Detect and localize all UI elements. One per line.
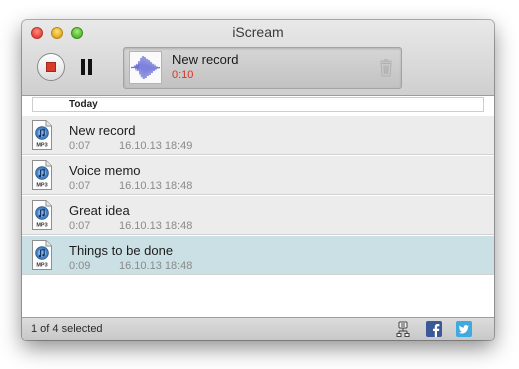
item-date: 16.10.13 18:48	[119, 220, 193, 232]
current-record-panel: New record 0:10	[123, 47, 402, 89]
item-title: New record	[69, 123, 136, 138]
twitter-icon[interactable]	[456, 321, 472, 337]
current-record-name: New record	[172, 52, 239, 67]
status-bar: 1 of 4 selected	[22, 317, 494, 340]
selection-status: 1 of 4 selected	[31, 323, 103, 335]
mp3-file-icon	[31, 120, 53, 150]
list-item[interactable]: Great idea 0:07 16.10.13 18:48	[22, 196, 494, 235]
list-item[interactable]: Voice memo 0:07 16.10.13 18:48	[22, 156, 494, 195]
stop-record-button[interactable]	[37, 53, 65, 81]
app-window: iScream New record 0:10 Today New record…	[22, 20, 494, 340]
waveform-icon	[129, 51, 162, 84]
list-item[interactable]: New record 0:07 16.10.13 18:49	[22, 116, 494, 155]
pause-button[interactable]	[80, 59, 94, 75]
item-duration: 0:07	[69, 180, 91, 192]
item-duration: 0:07	[69, 220, 91, 232]
share-icon[interactable]	[395, 321, 411, 337]
mp3-file-icon	[31, 160, 53, 190]
stop-record-icon	[46, 62, 56, 72]
item-duration: 0:07	[69, 140, 91, 152]
facebook-icon[interactable]	[426, 321, 442, 337]
item-title: Things to be done	[69, 243, 174, 258]
list-item-selected[interactable]: Things to be done 0:09 16.10.13 18:48	[22, 236, 494, 275]
mp3-file-icon	[31, 200, 53, 230]
item-date: 16.10.13 18:49	[119, 140, 193, 152]
section-header: Today	[32, 97, 484, 112]
current-record-time: 0:10	[172, 69, 194, 81]
item-date: 16.10.13 18:48	[119, 260, 193, 272]
section-label: Today	[69, 99, 98, 110]
recordings-list: Today New record 0:07 16.10.13 18:49 Voi…	[22, 96, 494, 317]
pause-icon	[81, 59, 85, 75]
window-title: iScream	[232, 24, 284, 40]
mp3-file-icon	[31, 240, 53, 270]
item-title: Voice memo	[69, 163, 141, 178]
toolbar: iScream New record 0:10	[22, 20, 494, 96]
item-date: 16.10.13 18:48	[119, 180, 193, 192]
item-duration: 0:09	[69, 260, 91, 272]
trash-icon[interactable]	[378, 59, 394, 77]
item-title: Great idea	[69, 203, 130, 218]
